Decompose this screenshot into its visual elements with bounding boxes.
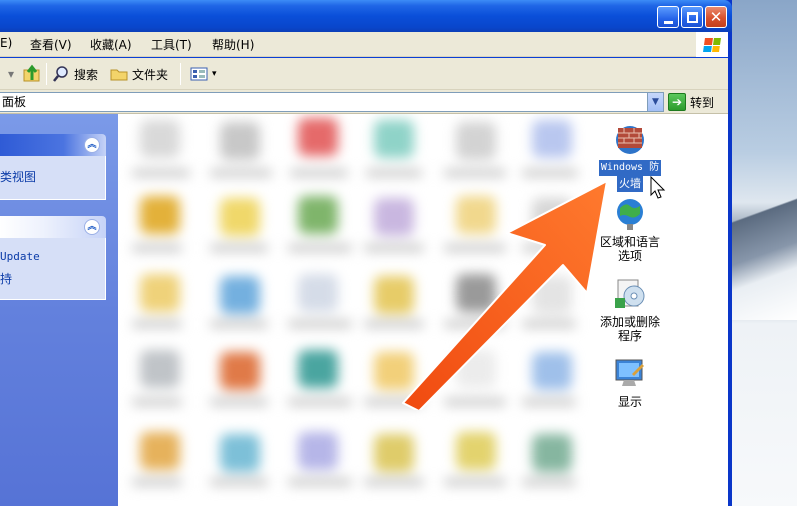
up-folder-icon bbox=[23, 64, 40, 82]
menu-favorites[interactable]: 收藏(A) bbox=[90, 36, 132, 53]
go-button[interactable]: ➔ 转到 bbox=[668, 92, 714, 112]
close-icon: ✕ bbox=[709, 7, 723, 26]
desktop-wallpaper bbox=[730, 0, 797, 506]
annotation-arrow-icon bbox=[402, 180, 608, 410]
windows-logo bbox=[696, 32, 728, 57]
windows-flag-icon bbox=[703, 37, 721, 52]
collapse-chevron-icon[interactable]: ︽ bbox=[84, 219, 100, 235]
mountain-image bbox=[730, 170, 797, 320]
minimize-button[interactable] bbox=[657, 6, 679, 28]
go-arrow-icon: ➔ bbox=[668, 93, 686, 111]
dropdown-arrow-icon: ▾ bbox=[212, 69, 217, 79]
collapse-chevron-icon[interactable]: ︽ bbox=[84, 137, 100, 153]
globe-icon bbox=[612, 196, 648, 232]
address-dropdown-button[interactable]: ▼ bbox=[647, 93, 663, 111]
see-also-panel-body: Update 持 bbox=[0, 238, 106, 300]
menu-view[interactable]: 查看(V) bbox=[30, 36, 72, 53]
display-icon bbox=[612, 356, 648, 392]
search-button[interactable]: 搜索 bbox=[52, 64, 98, 84]
toolbar-separator bbox=[46, 63, 47, 85]
search-icon bbox=[53, 66, 68, 82]
forward-dropdown[interactable]: ▾ bbox=[8, 64, 14, 84]
add-remove-programs-icon bbox=[612, 276, 648, 312]
menu-tools[interactable]: 工具(T) bbox=[151, 36, 192, 53]
control-panel-panel-header[interactable]: ︽ bbox=[0, 134, 106, 156]
firewall-icon bbox=[612, 120, 648, 156]
views-button[interactable]: ▾ bbox=[190, 64, 217, 84]
up-folder-button[interactable] bbox=[22, 64, 42, 84]
firewall-label-line2: 火墙 bbox=[617, 176, 643, 192]
toolbar: ▾ 搜索 文件夹 ▾ bbox=[0, 58, 728, 90]
task-pane: ︽ 类视图 ︽ Update 持 bbox=[0, 114, 118, 506]
menu-edit[interactable]: E) bbox=[0, 36, 12, 50]
control-panel-panel-body: 类视图 bbox=[0, 156, 106, 200]
see-also-panel-header[interactable]: ︽ bbox=[0, 216, 106, 238]
go-label: 转到 bbox=[690, 95, 715, 110]
view-grid-icon bbox=[190, 67, 208, 81]
folders-button[interactable]: 文件夹 bbox=[110, 64, 168, 84]
address-input[interactable]: 面板 bbox=[0, 92, 664, 112]
control-panel-window: ✕ E) 查看(V) 收藏(A) 工具(T) 帮助(H) ▾ 搜索 文件夹 ▾ … bbox=[0, 0, 732, 506]
close-button[interactable]: ✕ bbox=[705, 6, 727, 28]
address-bar: 面板 ▼ ➔ 转到 bbox=[0, 90, 728, 114]
windows-update-link[interactable]: Update bbox=[0, 250, 40, 263]
search-label: 搜索 bbox=[74, 67, 99, 82]
display-label: 显示 bbox=[617, 395, 642, 409]
chevron-down-icon: ▼ bbox=[652, 97, 659, 107]
mouse-cursor-icon bbox=[650, 176, 666, 199]
toolbar-separator bbox=[180, 63, 181, 85]
menu-help[interactable]: 帮助(H) bbox=[212, 36, 254, 53]
maximize-icon bbox=[686, 11, 698, 23]
firewall-label-line1: Windows 防 bbox=[598, 160, 662, 176]
menu-bar: E) 查看(V) 收藏(A) 工具(T) 帮助(H) bbox=[0, 32, 728, 57]
help-support-link[interactable]: 持 bbox=[0, 270, 12, 287]
maximize-button[interactable] bbox=[681, 6, 703, 28]
switch-category-view-link[interactable]: 类视图 bbox=[0, 168, 36, 185]
title-bar[interactable]: ✕ bbox=[0, 0, 732, 32]
minimize-icon bbox=[663, 20, 673, 24]
folder-icon bbox=[110, 69, 128, 81]
folders-label: 文件夹 bbox=[132, 67, 169, 82]
